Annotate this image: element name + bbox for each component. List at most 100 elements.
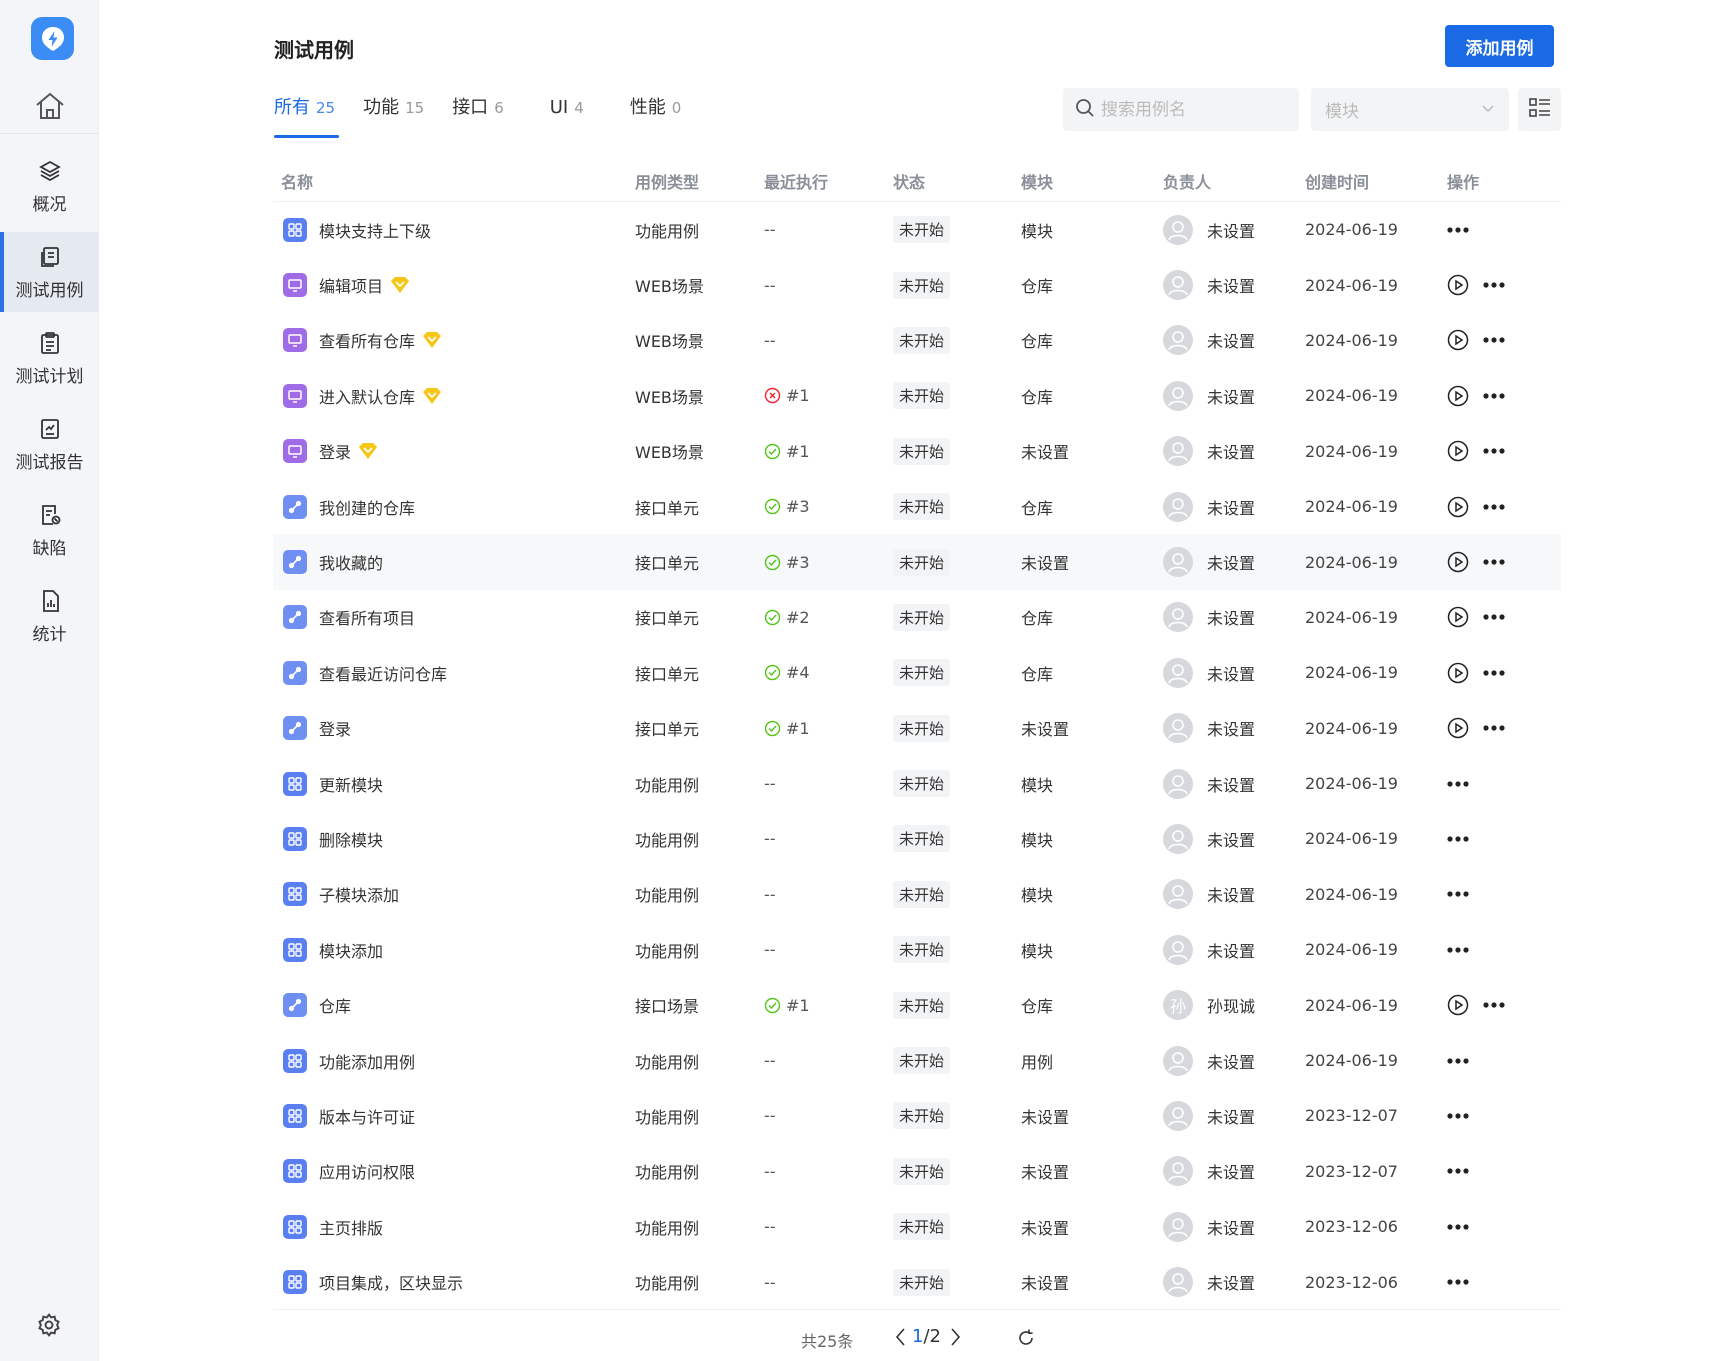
- tab-functional[interactable]: 功能 15: [363, 94, 424, 138]
- table-row[interactable]: 主页排版 功能用例 -- 未开始 未设置 未设置 2023-12-06: [273, 1199, 1561, 1254]
- last-run[interactable]: #2: [786, 608, 810, 627]
- tab-performance[interactable]: 性能 0: [630, 94, 682, 138]
- case-name[interactable]: 模块支持上下级: [319, 218, 431, 242]
- more-options-icon[interactable]: [1447, 227, 1469, 233]
- more-options-icon[interactable]: [1483, 448, 1505, 454]
- last-run[interactable]: #1: [786, 442, 810, 461]
- sidebar-item-test-plans[interactable]: 测试计划: [0, 318, 99, 398]
- more-options-icon[interactable]: [1447, 836, 1469, 842]
- case-name[interactable]: 我收藏的: [319, 550, 383, 574]
- more-options-icon[interactable]: [1447, 1224, 1469, 1230]
- run-play-icon[interactable]: [1447, 717, 1469, 739]
- case-name[interactable]: 子模块添加: [319, 882, 399, 906]
- column-header-module[interactable]: 模块: [1021, 169, 1163, 193]
- last-run[interactable]: #3: [786, 553, 810, 572]
- run-play-icon[interactable]: [1447, 551, 1469, 573]
- lightning-logo[interactable]: [31, 17, 74, 60]
- table-row[interactable]: 登录 WEB场景 #1 未开始 未设置 未设置 2024-06-19: [273, 424, 1561, 479]
- table-row[interactable]: 模块支持上下级 功能用例 -- 未开始 模块 未设置 2024-06-19: [273, 202, 1561, 257]
- tab-all[interactable]: 所有 25: [274, 94, 340, 138]
- last-run[interactable]: #1: [786, 386, 810, 405]
- case-name[interactable]: 仓库: [319, 993, 351, 1017]
- case-name[interactable]: 登录: [319, 439, 351, 463]
- run-play-icon[interactable]: [1447, 329, 1469, 351]
- table-row[interactable]: 删除模块 功能用例 -- 未开始 模块 未设置 2024-06-19: [273, 811, 1561, 866]
- table-row[interactable]: 我收藏的 接口单元 #3 未开始 未设置 未设置 2024-06-19: [273, 534, 1561, 590]
- case-name[interactable]: 应用访问权限: [319, 1159, 415, 1183]
- module-select[interactable]: 模块: [1311, 88, 1509, 131]
- column-header-created[interactable]: 创建时间: [1305, 169, 1447, 193]
- run-play-icon[interactable]: [1447, 440, 1469, 462]
- table-row[interactable]: 仓库 接口场景 #1 未开始 仓库 孙 孙现诚 2024-06-19: [273, 977, 1561, 1032]
- case-name[interactable]: 更新模块: [319, 772, 383, 796]
- more-options-icon[interactable]: [1447, 1168, 1469, 1174]
- last-run[interactable]: #1: [786, 996, 810, 1015]
- more-options-icon[interactable]: [1447, 780, 1469, 787]
- more-options-icon[interactable]: [1483, 725, 1505, 731]
- refresh-icon[interactable]: [1016, 1328, 1036, 1352]
- case-name[interactable]: 功能添加用例: [319, 1049, 415, 1073]
- tab-ui[interactable]: UI 4: [550, 94, 584, 138]
- table-row[interactable]: 更新模块 功能用例 -- 未开始 模块 未设置 2024-06-19: [273, 756, 1561, 811]
- column-header-last-run[interactable]: 最近执行: [764, 169, 893, 193]
- sidebar-item-test-reports[interactable]: 测试报告: [0, 404, 99, 484]
- table-row[interactable]: 编辑项目 WEB场景 -- 未开始 仓库 未设置 2024-06-19: [273, 257, 1561, 312]
- table-row[interactable]: 功能添加用例 功能用例 -- 未开始 用例 未设置 2024-06-19: [273, 1033, 1561, 1088]
- tab-api[interactable]: 接口 6: [452, 94, 504, 138]
- column-header-status[interactable]: 状态: [893, 169, 1021, 193]
- column-header-owner[interactable]: 负责人: [1163, 169, 1305, 193]
- more-options-icon[interactable]: [1447, 1279, 1469, 1285]
- more-options-icon[interactable]: [1483, 282, 1505, 288]
- case-name[interactable]: 编辑项目: [319, 273, 383, 297]
- column-header-name[interactable]: 名称: [273, 169, 635, 193]
- table-row[interactable]: 子模块添加 功能用例 -- 未开始 模块 未设置 2024-06-19: [273, 867, 1561, 922]
- last-run[interactable]: #1: [786, 719, 810, 738]
- run-play-icon[interactable]: [1447, 496, 1469, 518]
- table-row[interactable]: 版本与许可证 功能用例 -- 未开始 未设置 未设置 2023-12-07: [273, 1088, 1561, 1143]
- case-name[interactable]: 我创建的仓库: [319, 495, 415, 519]
- sidebar-item-defects[interactable]: 缺陷: [0, 490, 99, 570]
- table-row[interactable]: 查看所有项目 接口单元 #2 未开始 仓库 未设置 2024-06-19: [273, 590, 1561, 645]
- prev-page-icon[interactable]: [894, 1326, 908, 1352]
- run-play-icon[interactable]: [1447, 385, 1469, 407]
- more-options-icon[interactable]: [1483, 670, 1505, 676]
- table-row[interactable]: 项目集成，区块显示 功能用例 -- 未开始 未设置 未设置 2023-12-06: [273, 1254, 1561, 1309]
- sidebar-item-statistics[interactable]: 统计: [0, 576, 99, 656]
- view-toggle-button[interactable]: [1518, 88, 1561, 131]
- more-options-icon[interactable]: [1483, 559, 1505, 565]
- case-name[interactable]: 主页排版: [319, 1215, 383, 1239]
- case-name[interactable]: 查看最近访问仓库: [319, 661, 447, 685]
- more-options-icon[interactable]: [1483, 614, 1505, 621]
- last-run[interactable]: #3: [786, 497, 810, 516]
- more-options-icon[interactable]: [1483, 504, 1505, 510]
- table-row[interactable]: 查看所有仓库 WEB场景 -- 未开始 仓库 未设置 2024-06-19: [273, 313, 1561, 368]
- table-row[interactable]: 我创建的仓库 接口单元 #3 未开始 仓库 未设置 2024-06-19: [273, 479, 1561, 534]
- case-name[interactable]: 版本与许可证: [319, 1104, 415, 1128]
- run-play-icon[interactable]: [1447, 994, 1469, 1016]
- sidebar-item-test-cases[interactable]: 测试用例: [0, 232, 99, 312]
- more-options-icon[interactable]: [1483, 337, 1505, 344]
- more-options-icon[interactable]: [1447, 947, 1469, 953]
- home-icon[interactable]: [32, 88, 68, 124]
- add-test-case-button[interactable]: 添加用例: [1445, 25, 1554, 67]
- case-name[interactable]: 模块添加: [319, 938, 383, 962]
- next-page-icon[interactable]: [948, 1326, 962, 1352]
- more-options-icon[interactable]: [1447, 1113, 1469, 1119]
- case-name[interactable]: 登录: [319, 716, 351, 740]
- run-play-icon[interactable]: [1447, 662, 1469, 684]
- more-options-icon[interactable]: [1447, 1057, 1469, 1064]
- search-input[interactable]: [1101, 99, 1291, 120]
- table-row[interactable]: 进入默认仓库 WEB场景 #1 未开始 仓库 未设置 2024-06-19: [273, 368, 1561, 423]
- more-options-icon[interactable]: [1483, 1002, 1505, 1008]
- case-name[interactable]: 项目集成，区块显示: [319, 1270, 463, 1294]
- case-name[interactable]: 查看所有项目: [319, 605, 415, 629]
- sidebar-item-overview[interactable]: 概况: [0, 146, 99, 226]
- case-name[interactable]: 删除模块: [319, 827, 383, 851]
- run-play-icon[interactable]: [1447, 606, 1469, 628]
- more-options-icon[interactable]: [1447, 891, 1469, 897]
- table-row[interactable]: 模块添加 功能用例 -- 未开始 模块 未设置 2024-06-19: [273, 922, 1561, 977]
- more-options-icon[interactable]: [1483, 393, 1505, 399]
- table-row[interactable]: 登录 接口单元 #1 未开始 未设置 未设置 2024-06-19: [273, 701, 1561, 756]
- column-header-type[interactable]: 用例类型: [635, 169, 764, 193]
- last-run[interactable]: #4: [786, 663, 810, 682]
